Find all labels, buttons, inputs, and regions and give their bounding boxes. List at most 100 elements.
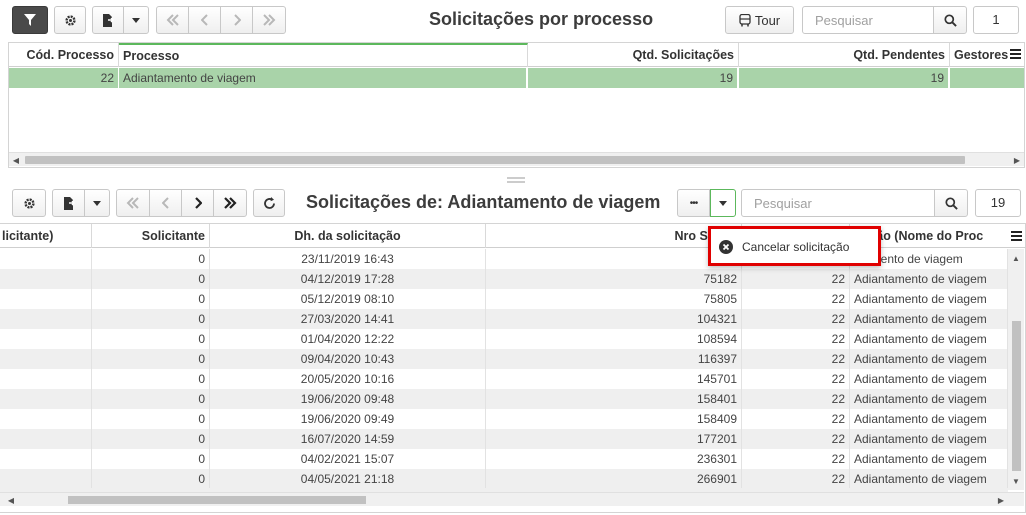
cell-cod-processo: 22 [742,409,850,429]
cell-solicitante: 0 [92,329,210,349]
cell-nro-solicitacao: 108594 [486,329,742,349]
export-dropdown-button[interactable] [123,6,149,34]
double-chevron-right-icon [263,14,276,26]
cancel-request-menu-item[interactable]: Cancelar solicitação [719,238,849,256]
cell-solicitante-nome [0,369,92,389]
table-row[interactable]: 0 09/04/2020 10:43 116397 22 Adiantamento de… [0,349,1008,369]
settings-button[interactable] [54,6,86,34]
export-dropdown-button-2[interactable] [84,189,110,217]
export-button-2[interactable] [52,189,85,217]
col-header-cod-processo[interactable]: Cód. Processo [9,43,119,67]
column-menu-icon[interactable] [1011,230,1023,242]
table-row[interactable]: 0 19/06/2020 09:48 158401 22 Adiantamento de… [0,389,1008,409]
table-row[interactable]: 0 05/12/2019 08:10 75805 22 Adiantamento de … [0,289,1008,309]
chevron-left-icon [200,14,208,26]
page-number-input[interactable]: 1 [973,6,1019,34]
bus-icon [739,13,751,26]
col-header-solicitante-nome[interactable]: licitante) [0,224,92,248]
search-input[interactable] [802,6,934,34]
table-row[interactable]: 0 16/07/2020 14:59 177201 22 Adiantamento de… [0,429,1008,449]
refresh-button[interactable] [253,189,285,217]
cell-descricao: Adiantamento de viagem [850,449,1008,469]
cell-solicitante-nome [0,249,92,269]
tour-button[interactable]: Tour [725,6,794,34]
table-row[interactable]: 22 Adiantamento de viagem 19 19 [9,68,1024,88]
cell-solicitante-nome [0,449,92,469]
chevron-left-icon [161,197,169,209]
table-row[interactable]: 0 04/05/2021 21:18 266901 22 Adiantamento de… [0,469,1008,489]
actions-dropdown-menu: Cancelar solicitação [708,226,881,266]
cell-solicitante-nome [0,389,92,409]
search-button[interactable] [933,6,967,34]
cell-dh-solicitacao: 04/02/2021 15:07 [210,449,486,469]
cell-dh-solicitacao: 16/07/2020 14:59 [210,429,486,449]
cell-descricao: Adiantamento de viagem [850,329,1008,349]
cell-solicitante-nome [0,269,92,289]
filter-button[interactable] [12,6,48,34]
requests-grid-horizontal-scrollbar[interactable]: ◀ ▶ [0,492,1024,506]
process-grid-header: Cód. Processo Processo Qtd. Solicitações… [9,43,1024,67]
table-row[interactable]: 0 27/03/2020 14:41 104321 22 Adiantamento de… [0,309,1008,329]
scroll-up-icon[interactable]: ▲ [1009,251,1023,265]
prev-page-button[interactable] [188,6,221,34]
requests-grid-vertical-scrollbar[interactable]: ▲ ▼ [1008,249,1024,490]
table-row[interactable]: 0 04/12/2019 17:28 75182 22 Adiantamento de … [0,269,1008,289]
scroll-thumb[interactable] [25,156,965,164]
cell-dh-solicitacao: 27/03/2020 14:41 [210,309,486,329]
table-row[interactable]: 0 01/04/2020 12:22 108594 22 Adiantamento de… [0,329,1008,349]
actions-dropdown-button[interactable] [710,189,736,217]
export-button[interactable] [92,6,124,34]
cell-solicitante: 0 [92,429,210,449]
cell-nro-solicitacao: 177201 [486,429,742,449]
cell-descricao: Adiantamento de viagem [850,289,1008,309]
cell-nro-solicitacao: 145701 [486,369,742,389]
table-row[interactable]: 0 04/02/2021 15:07 236301 22 Adiantamento de… [0,449,1008,469]
first-page-button[interactable] [156,6,189,34]
export-file-icon [103,13,114,27]
cell-solicitante-nome [0,329,92,349]
table-row[interactable]: 0 20/05/2020 10:16 145701 22 Adiantamento de… [0,369,1008,389]
scroll-right-icon[interactable]: ▶ [994,493,1008,507]
more-options-button[interactable]: ••• [677,189,710,217]
scroll-down-icon[interactable]: ▼ [1009,474,1023,488]
last-page-button[interactable] [252,6,286,34]
col-header-nro-solicitacao[interactable]: Nro Solicit [486,224,742,248]
cell-dh-solicitacao: 23/11/2019 16:43 [210,249,486,269]
cell-cod-processo: 22 [742,429,850,449]
process-grid-horizontal-scrollbar[interactable]: ◀ ▶ [9,152,1024,166]
scroll-right-icon[interactable]: ▶ [1010,153,1024,167]
scroll-left-icon[interactable]: ◀ [9,153,23,167]
panel-splitter[interactable] [505,173,527,183]
scroll-thumb-vertical[interactable] [1012,321,1021,471]
col-header-processo[interactable]: Processo [119,43,528,67]
col-header-qtd-solicitacoes[interactable]: Qtd. Solicitações [528,43,739,67]
cell-cod-processo: 22 [742,449,850,469]
search-input-2[interactable] [741,189,935,217]
ellipsis-icon: ••• [689,197,698,209]
cell-cod-processo: 22 [742,389,850,409]
column-menu-icon[interactable] [1010,48,1022,60]
scroll-thumb[interactable] [68,496,366,504]
col-header-solicitante[interactable]: Solicitante [92,224,210,248]
cell-nro-solicitacao: 116397 [486,349,742,369]
page-number-input-2[interactable]: 19 [975,189,1021,217]
next-page-button-2[interactable] [181,189,214,217]
export-file-icon [63,196,75,210]
settings-button-2[interactable] [12,189,46,217]
search-icon [944,196,958,210]
last-page-button-2[interactable] [213,189,247,217]
col-header-qtd-pendentes[interactable]: Qtd. Pendentes [739,43,950,67]
search-button-2[interactable] [934,189,968,217]
prev-page-button-2[interactable] [149,189,182,217]
cell-nro-solicitacao: 75805 [486,289,742,309]
col-header-dh-solicitacao[interactable]: Dh. da solicitação [210,224,486,248]
double-chevron-left-icon [126,197,139,209]
refresh-icon [263,196,275,209]
cell-solicitante: 0 [92,309,210,329]
caret-down-icon [132,17,140,23]
col-header-gestores[interactable]: Gestores [950,43,1010,67]
next-page-button[interactable] [220,6,253,34]
table-row[interactable]: 0 19/06/2020 09:49 158409 22 Adiantamento de… [0,409,1008,429]
first-page-button-2[interactable] [116,189,150,217]
scroll-left-icon[interactable]: ◀ [4,493,18,507]
